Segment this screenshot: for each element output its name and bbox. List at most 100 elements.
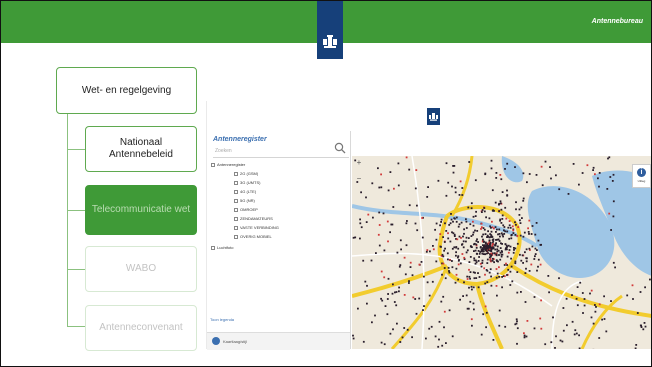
antenna-marker[interactable] [400,248,402,251]
antenna-marker[interactable] [451,260,453,262]
antenna-marker[interactable] [493,227,495,230]
antenna-marker[interactable] [360,226,363,229]
antenna-marker[interactable] [442,295,445,298]
antenna-marker[interactable] [489,268,492,271]
antenna-marker[interactable] [516,327,519,330]
antenna-marker[interactable] [448,270,450,272]
antenna-marker[interactable] [416,204,418,207]
antenna-marker[interactable] [375,252,377,254]
antenna-marker[interactable] [458,259,460,261]
antenna-marker[interactable] [514,262,517,265]
search-input[interactable]: Zoeken [213,146,349,158]
antenna-marker[interactable] [469,300,472,303]
antenna-marker[interactable] [463,228,465,231]
antenna-marker[interactable] [468,261,471,263]
antenna-marker[interactable] [610,300,612,302]
antenna-marker[interactable] [536,269,538,272]
antenna-marker[interactable] [488,236,491,239]
antenna-marker[interactable] [490,284,493,287]
antenna-marker[interactable] [470,202,473,205]
antenna-marker[interactable] [498,309,501,312]
antenna-marker[interactable] [459,262,462,265]
antenna-marker[interactable] [469,271,472,273]
antenna-marker[interactable] [494,248,497,251]
antenna-marker[interactable] [509,270,512,273]
antenna-marker[interactable] [549,166,551,168]
antenna-marker[interactable] [443,267,446,269]
antenna-marker[interactable] [463,232,465,235]
antenna-marker[interactable] [503,226,506,228]
antenna-marker[interactable] [567,193,570,195]
antenna-marker[interactable] [441,273,443,276]
antenna-marker[interactable] [514,221,516,224]
antenna-marker[interactable] [550,341,553,344]
nav-wabo[interactable]: WABO [85,246,197,292]
antenna-marker[interactable] [495,285,498,287]
antenna-marker[interactable] [491,239,494,241]
antenna-marker[interactable] [386,313,389,316]
antenna-marker[interactable] [470,285,473,288]
antenna-marker[interactable] [586,164,589,167]
antenna-marker[interactable] [463,256,466,259]
antenna-marker[interactable] [534,247,537,250]
antenna-marker[interactable] [495,268,498,270]
antenna-marker[interactable] [511,280,514,283]
antenna-marker[interactable] [527,231,530,233]
antenna-marker[interactable] [499,218,502,221]
antenna-marker[interactable] [488,256,491,259]
antenna-marker[interactable] [466,278,469,280]
layer-item[interactable]: 5G (NR) [234,198,255,203]
antenna-marker[interactable] [576,286,579,288]
antenna-marker[interactable] [500,255,503,258]
antenna-marker[interactable] [439,224,441,227]
antenna-marker[interactable] [406,328,409,331]
antenna-marker[interactable] [496,294,498,297]
antenna-marker[interactable] [594,304,596,306]
antenna-marker[interactable] [389,332,392,335]
antenna-marker[interactable] [468,268,470,271]
antenna-marker[interactable] [519,234,522,237]
antenna-marker[interactable] [526,181,528,184]
antenna-marker[interactable] [482,227,485,229]
antenna-marker[interactable] [465,218,467,221]
antenna-marker[interactable] [454,191,457,194]
antenna-marker[interactable] [488,271,491,274]
antenna-marker[interactable] [438,320,441,323]
antenna-marker[interactable] [508,220,511,222]
antenna-marker[interactable] [458,223,461,226]
antenna-marker[interactable] [590,289,593,292]
antenna-marker[interactable] [520,291,522,293]
antenna-marker[interactable] [513,249,515,251]
antenna-marker[interactable] [485,216,487,219]
antenna-marker[interactable] [558,188,561,191]
antenna-marker[interactable] [533,258,536,260]
antenna-marker[interactable] [583,298,586,300]
antenna-marker[interactable] [483,244,486,247]
antenna-marker[interactable] [519,222,522,224]
zoom-in-button[interactable]: + [354,158,364,168]
antenna-marker[interactable] [457,247,460,250]
antenna-marker[interactable] [435,260,438,263]
antenna-marker[interactable] [522,197,525,200]
antenna-marker[interactable] [571,294,573,296]
antenna-marker[interactable] [493,210,495,212]
antenna-marker[interactable] [472,286,475,289]
antenna-marker[interactable] [454,186,457,189]
antenna-marker[interactable] [472,215,475,218]
antenna-marker[interactable] [423,275,425,278]
antenna-marker[interactable] [544,160,547,163]
antenna-marker[interactable] [498,240,501,242]
antenna-marker[interactable] [475,277,478,279]
antenna-marker[interactable] [457,255,460,258]
zoom-out-button[interactable]: − [354,174,364,184]
antenna-marker[interactable] [431,280,434,283]
antenna-marker[interactable] [520,259,523,262]
antenna-marker[interactable] [499,200,502,203]
antenna-marker[interactable] [595,306,597,308]
antenna-marker[interactable] [482,238,484,241]
antenna-marker[interactable] [423,305,425,307]
antenna-marker[interactable] [399,264,402,266]
antenna-marker[interactable] [393,301,396,303]
antenna-marker[interactable] [603,295,605,298]
antenna-marker[interactable] [572,163,575,165]
